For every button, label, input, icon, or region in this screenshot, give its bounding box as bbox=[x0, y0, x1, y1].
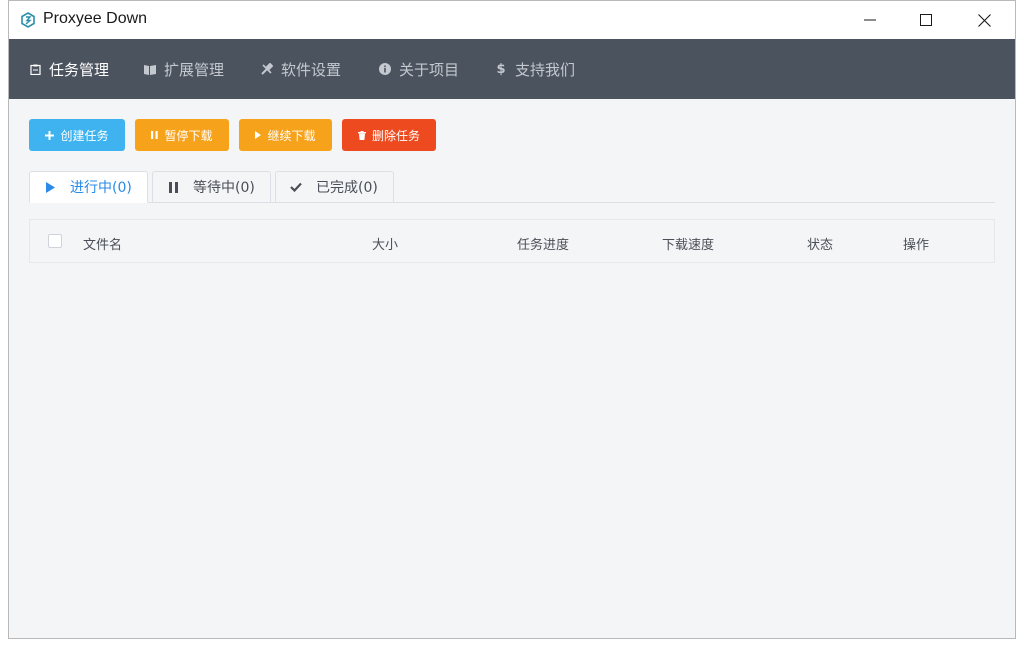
tab-waiting[interactable]: 等待中(0) bbox=[152, 171, 271, 203]
delete-task-button[interactable]: 删除任务 bbox=[342, 119, 436, 151]
tab-label: 进行中(0) bbox=[70, 180, 132, 196]
delete-task-label: 删除任务 bbox=[371, 128, 420, 143]
task-table-header: 文件名 大小 任务进度 下载速度 状态 操作 bbox=[29, 219, 995, 263]
trash-icon bbox=[357, 130, 366, 140]
tools-icon bbox=[261, 63, 273, 75]
nav-item-task-management[interactable]: 任务管理 bbox=[29, 39, 109, 99]
resume-download-label: 继续下载 bbox=[267, 128, 316, 143]
app-logo-icon bbox=[20, 12, 36, 28]
resume-download-button[interactable]: 继续下载 bbox=[239, 119, 332, 151]
nav-item-label: 关于项目 bbox=[399, 60, 460, 79]
play-icon bbox=[44, 181, 56, 193]
column-header-actions[interactable]: 操作 bbox=[903, 234, 929, 253]
nav-item-extensions[interactable]: 扩展管理 bbox=[144, 39, 224, 99]
close-icon bbox=[977, 13, 991, 27]
main-nav: 任务管理 扩展管理 软件设置 关于项目 $ 支持我们 bbox=[9, 39, 1015, 99]
title-bar[interactable]: Proxyee Down bbox=[9, 1, 1015, 39]
check-icon bbox=[290, 182, 302, 192]
maximize-button[interactable] bbox=[897, 1, 955, 39]
create-task-button[interactable]: 创建任务 bbox=[29, 119, 125, 151]
pause-icon bbox=[167, 181, 179, 193]
puzzle-icon bbox=[144, 63, 156, 75]
column-header-status[interactable]: 状态 bbox=[807, 234, 833, 253]
tab-label: 等待中(0) bbox=[193, 180, 255, 196]
nav-item-settings[interactable]: 软件设置 bbox=[261, 39, 341, 99]
nav-item-label: 任务管理 bbox=[49, 60, 110, 79]
plus-icon bbox=[45, 130, 55, 140]
play-icon bbox=[255, 131, 262, 139]
nav-item-support[interactable]: $ 支持我们 bbox=[495, 39, 575, 99]
column-header-speed[interactable]: 下载速度 bbox=[662, 234, 714, 253]
minimize-button[interactable] bbox=[841, 1, 899, 39]
pause-download-label: 暂停下载 bbox=[164, 128, 213, 143]
select-all-checkbox[interactable] bbox=[48, 234, 62, 248]
column-header-filename[interactable]: 文件名 bbox=[83, 234, 122, 253]
pause-icon bbox=[151, 131, 159, 139]
tab-label: 已完成(0) bbox=[316, 180, 378, 196]
tab-completed[interactable]: 已完成(0) bbox=[275, 171, 394, 203]
nav-item-label: 支持我们 bbox=[515, 60, 576, 79]
close-button[interactable] bbox=[955, 1, 1013, 39]
window-title: Proxyee Down bbox=[43, 10, 148, 27]
nav-item-label: 软件设置 bbox=[281, 60, 342, 79]
column-header-progress[interactable]: 任务进度 bbox=[517, 234, 569, 253]
nav-item-about[interactable]: 关于项目 bbox=[379, 39, 459, 99]
tab-in-progress[interactable]: 进行中(0) bbox=[29, 171, 148, 203]
column-header-size[interactable]: 大小 bbox=[372, 234, 398, 253]
maximize-icon bbox=[920, 14, 932, 26]
pause-download-button[interactable]: 暂停下载 bbox=[135, 119, 229, 151]
create-task-label: 创建任务 bbox=[60, 128, 109, 143]
info-icon bbox=[379, 63, 391, 75]
dollar-icon: $ bbox=[496, 61, 506, 77]
nav-item-label: 扩展管理 bbox=[164, 60, 225, 79]
minimize-icon bbox=[864, 19, 876, 21]
app-window: Proxyee Down 任务管理 扩展管理 软件设置 关于项目 $ 支持我们 … bbox=[8, 0, 1016, 639]
clipboard-icon bbox=[29, 63, 41, 75]
